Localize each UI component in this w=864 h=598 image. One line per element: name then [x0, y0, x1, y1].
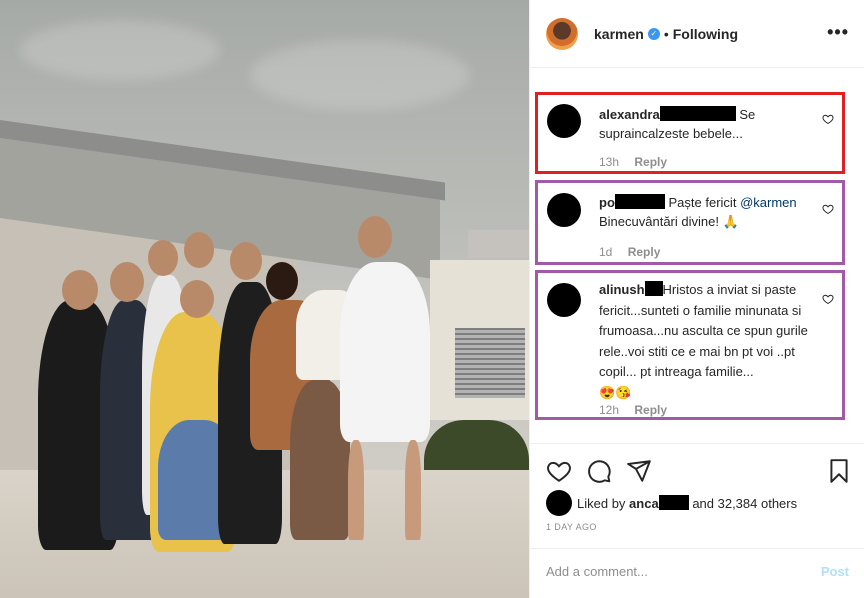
- reply-button[interactable]: Reply: [634, 403, 667, 417]
- photo-person-head: [230, 242, 262, 280]
- post-comment-button[interactable]: Post: [821, 564, 849, 579]
- following-button[interactable]: Following: [673, 26, 738, 42]
- photo-person-leg: [405, 440, 421, 540]
- author-avatar[interactable]: [546, 17, 578, 50]
- redaction-bar: [644, 281, 663, 296]
- photo-person-head: [148, 240, 178, 276]
- add-comment-input[interactable]: [546, 564, 796, 579]
- comment-time: 13h: [599, 155, 620, 169]
- liker-username[interactable]: anca: [629, 496, 659, 511]
- photo-person-head: [358, 216, 392, 258]
- comment-body-line2: Binecuvântări divine! 🙏: [599, 214, 739, 229]
- redaction-bar: [658, 495, 689, 510]
- photo-person-head: [180, 280, 214, 318]
- redaction-bar: [659, 106, 736, 121]
- share-icon[interactable]: [626, 458, 652, 484]
- comment-mention-link[interactable]: @karmen: [740, 195, 797, 210]
- photo-person-head: [110, 262, 144, 302]
- post-photo[interactable]: [0, 0, 529, 598]
- photo-person-head: [266, 262, 298, 300]
- photo-person: [340, 262, 430, 442]
- reply-button[interactable]: Reply: [628, 245, 661, 259]
- comment-like-heart-icon[interactable]: [822, 203, 834, 215]
- post-sidebar: karmen ✓ • Following ••• alexandra Se su…: [529, 0, 864, 598]
- comment-text: alinush Hristos a inviat si paste fericit…: [599, 280, 824, 403]
- photo-person-head: [62, 270, 98, 310]
- comment-item: po Paște fericit @karmen Binecuvântări d…: [535, 180, 845, 265]
- post-timestamp[interactable]: 1 DAY AGO: [546, 522, 597, 532]
- comment-meta: 1d Reply: [599, 245, 660, 259]
- comment-body: Paște fericit: [668, 195, 737, 210]
- photo-window-blinds: [455, 328, 525, 398]
- comment-icon[interactable]: [586, 458, 612, 484]
- likes-prefix: Liked by: [577, 496, 626, 511]
- comment-time: 12h: [599, 403, 620, 417]
- more-options-icon[interactable]: •••: [827, 22, 849, 43]
- commenter-avatar[interactable]: [547, 283, 581, 317]
- redaction-bar: [614, 194, 665, 209]
- comment-text: po Paște fericit @karmen Binecuvântări d…: [599, 193, 824, 231]
- photo-cloud: [250, 40, 470, 110]
- likes-summary[interactable]: Liked by anca and 32,384 others: [546, 490, 797, 516]
- commenter-username[interactable]: po: [599, 195, 615, 210]
- commenter-username[interactable]: alexandra: [599, 107, 660, 122]
- photo-roof-right: [468, 230, 529, 258]
- photo-cloud: [20, 20, 220, 80]
- commenter-username[interactable]: alinush: [599, 282, 645, 297]
- commenter-avatar[interactable]: [547, 104, 581, 138]
- heart-icon[interactable]: [546, 458, 572, 484]
- comment-like-heart-icon[interactable]: [822, 113, 834, 125]
- liker-avatar: [546, 490, 572, 516]
- reply-button[interactable]: Reply: [634, 155, 667, 169]
- comment-meta: 13h Reply: [599, 155, 667, 169]
- add-comment-bar: Post: [530, 548, 864, 598]
- header-separator: •: [663, 25, 669, 42]
- comment-item: alinush Hristos a inviat si paste fericit…: [535, 270, 845, 420]
- comment-item: alexandra Se supraincalzeste bebele... 1…: [535, 92, 845, 174]
- comment-text: alexandra Se supraincalzeste bebele...: [599, 105, 824, 143]
- photo-person-leg: [348, 440, 364, 540]
- commenter-avatar[interactable]: [547, 193, 581, 227]
- comment-like-heart-icon[interactable]: [822, 293, 834, 305]
- likes-count[interactable]: and 32,384 others: [692, 496, 797, 511]
- post-header: karmen ✓ • Following •••: [530, 0, 864, 68]
- photo-person-head: [184, 232, 214, 268]
- comment-emojis: 😍😘: [599, 384, 632, 400]
- likes-text: Liked by anca and 32,384 others: [577, 495, 797, 511]
- comment-time: 1d: [599, 245, 613, 259]
- verified-badge-icon: ✓: [647, 27, 660, 40]
- author-username[interactable]: karmen: [594, 26, 644, 42]
- bookmark-icon[interactable]: [826, 458, 852, 484]
- comment-meta: 12h Reply: [599, 403, 667, 417]
